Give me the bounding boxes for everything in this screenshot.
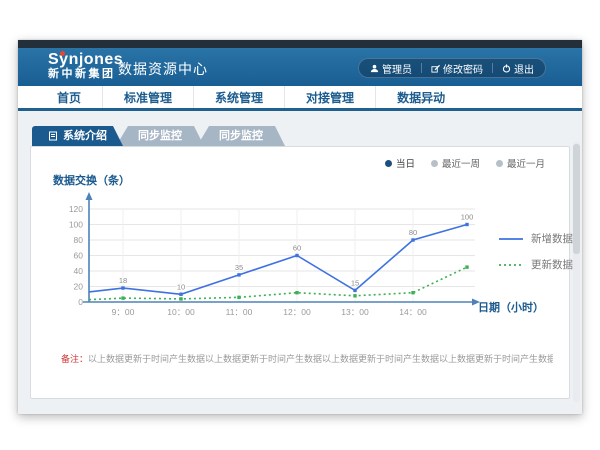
user-toolbar: 管理员 修改密码 退出 — [358, 58, 546, 78]
app-title: 数据资源中心 — [118, 59, 208, 79]
svg-text:120: 120 — [69, 204, 83, 214]
tab-system-intro[interactable]: 系统介绍 — [32, 126, 123, 146]
radio-last-week[interactable]: 最近一周 — [431, 156, 480, 170]
svg-text:20: 20 — [74, 282, 84, 292]
separator — [421, 63, 422, 73]
tab-sync-monitor-2[interactable]: 同步监控 — [197, 126, 285, 146]
user-menu[interactable]: 管理员 — [370, 61, 412, 76]
radio-dot-icon — [431, 160, 438, 167]
radio-label: 当日 — [396, 156, 415, 170]
app-window: Synjones 新中新集团 数据资源中心 管理员 修改密码 退出 — [18, 40, 582, 414]
dotted-line-swatch-icon — [498, 261, 524, 269]
svg-text:11：00: 11：00 — [226, 307, 253, 317]
radio-dot-icon — [385, 160, 392, 167]
footnote-text: 以上数据更新于时间产生数据以上数据更新于时间产生数据以上数据更新于时间产生数据以… — [88, 354, 553, 364]
logo-red-dot-icon — [60, 51, 65, 56]
page: Synjones 新中新集团 数据资源中心 管理员 修改密码 退出 — [0, 0, 600, 450]
logo: Synjones 新中新集团 — [48, 51, 123, 81]
radio-label: 最近一月 — [507, 156, 545, 170]
radio-last-month[interactable]: 最近一月 — [496, 156, 545, 170]
tab-label: 系统介绍 — [63, 126, 107, 146]
logout-label: 退出 — [514, 61, 534, 76]
svg-text:60: 60 — [293, 244, 301, 253]
svg-text:15: 15 — [351, 278, 359, 287]
app-header: Synjones 新中新集团 数据资源中心 管理员 修改密码 退出 — [18, 48, 582, 86]
svg-text:40: 40 — [74, 266, 84, 276]
footnote-label: 备注： — [61, 354, 88, 364]
chart-legend: 新增数据 更新数据 — [498, 231, 573, 283]
svg-text:0: 0 — [78, 297, 83, 307]
line-chart: 0 20 40 60 80 100 120 9：00 10：00 11：00 12：00 13：00 1… — [39, 189, 489, 329]
svg-text:9：00: 9：00 — [112, 307, 135, 317]
svg-text:100: 100 — [69, 220, 83, 230]
radio-dot-icon — [496, 160, 503, 167]
svg-text:12：00: 12：00 — [283, 307, 311, 317]
edit-icon — [431, 64, 440, 73]
radio-label: 最近一周 — [442, 156, 480, 170]
nav-item-home[interactable]: 首页 — [36, 86, 102, 108]
document-icon — [48, 131, 58, 141]
svg-text:60: 60 — [74, 251, 84, 261]
scrollbar-thumb[interactable] — [573, 144, 580, 254]
y-axis-title: 数据交换（条） — [53, 172, 130, 188]
user-name: 管理员 — [382, 61, 412, 76]
x-axis-title: 日期（小时） — [478, 299, 544, 315]
svg-text:13：00: 13：00 — [341, 307, 369, 317]
logo-subtext: 新中新集团 — [48, 68, 123, 81]
svg-text:80: 80 — [74, 235, 84, 245]
svg-text:18: 18 — [119, 276, 127, 285]
radio-today[interactable]: 当日 — [385, 156, 415, 170]
chart-panel: 当日 最近一周 最近一月 数据交换（条） 0 20 40 60 80 100 120 9：00… — [30, 146, 570, 399]
legend-label: 更新数据 — [531, 257, 573, 272]
legend-item-updated-data[interactable]: 更新数据 — [498, 257, 573, 272]
change-password-label: 修改密码 — [443, 61, 483, 76]
nav-item-standard-mgmt[interactable]: 标准管理 — [102, 86, 193, 108]
nav-item-interface-mgmt[interactable]: 对接管理 — [284, 86, 375, 108]
solid-line-swatch-icon — [498, 235, 524, 243]
tab-label: 同步监控 — [219, 126, 263, 146]
logout-button[interactable]: 退出 — [502, 61, 534, 76]
separator — [492, 63, 493, 73]
time-range-filters: 当日 最近一周 最近一月 — [385, 156, 545, 170]
nav-item-data-change[interactable]: 数据异动 — [375, 86, 466, 108]
legend-item-new-data[interactable]: 新增数据 — [498, 231, 573, 246]
svg-text:14：00: 14：00 — [399, 307, 427, 317]
footnote: 备注：以上数据更新于时间产生数据以上数据更新于时间产生数据以上数据更新于时间产生… — [61, 352, 553, 365]
change-password-button[interactable]: 修改密码 — [431, 61, 483, 76]
main-nav: 首页 标准管理 系统管理 对接管理 数据异动 — [18, 86, 582, 111]
window-top-strip — [18, 40, 582, 48]
tab-label: 同步监控 — [138, 126, 182, 146]
svg-text:10: 10 — [177, 282, 185, 291]
user-icon — [370, 64, 379, 73]
legend-label: 新增数据 — [531, 231, 573, 246]
content-area: 系统介绍 同步监控 同步监控 当日 最近一周 — [18, 114, 582, 414]
svg-text:100: 100 — [461, 213, 474, 222]
tab-sync-monitor-1[interactable]: 同步监控 — [116, 126, 204, 146]
svg-text:35: 35 — [235, 263, 243, 272]
svg-text:80: 80 — [409, 228, 417, 237]
svg-text:10：00: 10：00 — [167, 307, 195, 317]
nav-item-system-mgmt[interactable]: 系统管理 — [193, 86, 284, 108]
power-icon — [502, 64, 511, 73]
tab-bar: 系统介绍 同步监控 同步监控 — [32, 126, 285, 146]
scrollbar[interactable] — [573, 142, 580, 402]
